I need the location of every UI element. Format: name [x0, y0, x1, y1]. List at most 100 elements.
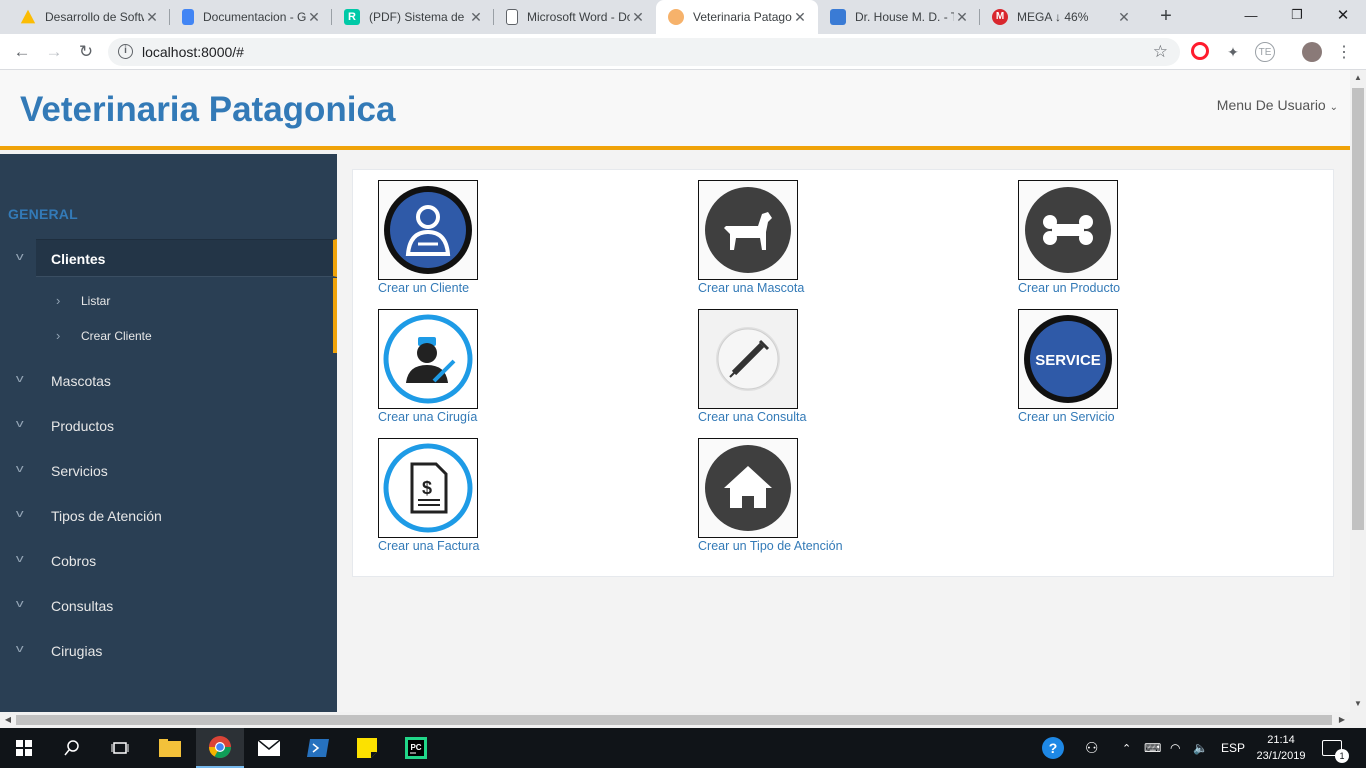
- sidebar-item-clientes[interactable]: v Clientes: [16, 239, 337, 277]
- sidebar-item-cobros[interactable]: v Cobros: [0, 542, 337, 580]
- chevron-down-icon: v: [15, 418, 24, 430]
- create-product-tile[interactable]: Crear un Producto: [1018, 180, 1218, 295]
- scroll-left-icon[interactable]: ◀: [0, 712, 16, 728]
- syringe-icon: [698, 309, 798, 409]
- mail-icon[interactable]: [245, 728, 293, 768]
- vertical-scrollbar[interactable]: ▲ ▼: [1350, 70, 1366, 712]
- scrollbar-thumb[interactable]: [16, 715, 1332, 725]
- create-client-tile[interactable]: Crear un Cliente: [378, 180, 578, 295]
- sidebar-subitem-crear-cliente[interactable]: › Crear Cliente: [56, 328, 152, 343]
- sidebar-section-title: GENERAL: [8, 206, 78, 222]
- chevron-down-icon: v: [15, 553, 24, 565]
- chrome-taskbar-icon[interactable]: [196, 728, 244, 768]
- chrome-menu-icon[interactable]: ⋮: [1334, 42, 1354, 62]
- close-tab-icon[interactable]: ✕: [630, 9, 646, 26]
- chevron-down-icon: v: [15, 251, 24, 263]
- info-icon[interactable]: i: [118, 44, 133, 59]
- google-docs-icon: [182, 9, 194, 25]
- file-explorer-icon[interactable]: [146, 728, 194, 768]
- bookmark-star-icon[interactable]: ☆: [1153, 42, 1168, 62]
- mega-icon: M: [992, 9, 1008, 25]
- house-icon: [698, 438, 798, 538]
- surgeon-icon: [378, 309, 478, 409]
- volume-icon[interactable]: 🔈: [1193, 728, 1208, 768]
- restore-button[interactable]: ❐: [1274, 0, 1320, 30]
- create-consultation-tile[interactable]: Crear una Consulta: [698, 309, 898, 424]
- forward-button[interactable]: →: [42, 40, 66, 64]
- document-icon: [506, 9, 518, 25]
- windows-start-icon[interactable]: [0, 728, 48, 768]
- people-icon[interactable]: ⚇: [1085, 728, 1098, 768]
- close-tab-icon[interactable]: ✕: [306, 9, 322, 26]
- notifications-icon[interactable]: 1: [1322, 728, 1349, 768]
- browser-tab[interactable]: Desarrollo de Software ✕: [8, 0, 170, 34]
- submenu-indicator: [333, 278, 337, 353]
- sidebar-item-cirugias[interactable]: v Cirugias: [0, 632, 337, 670]
- browser-tab[interactable]: Documentacion - Google Docs ✕: [170, 0, 332, 34]
- search-icon[interactable]: [48, 728, 96, 768]
- powershell-icon[interactable]: [294, 728, 342, 768]
- opera-extension-icon[interactable]: [1191, 42, 1209, 60]
- close-tab-icon[interactable]: ✕: [468, 9, 484, 26]
- invoice-icon: $: [378, 438, 478, 538]
- new-tab-button[interactable]: +: [1155, 5, 1177, 27]
- minimize-button[interactable]: —: [1228, 0, 1274, 30]
- puzzle-extension-icon[interactable]: ✦: [1223, 42, 1243, 62]
- task-view-icon[interactable]: [96, 728, 144, 768]
- te-extension-icon[interactable]: TE: [1255, 42, 1275, 62]
- chevron-down-icon: v: [15, 643, 24, 655]
- user-menu-dropdown[interactable]: Menu De Usuario ⌄: [1217, 97, 1338, 113]
- sidebar-item-mascotas[interactable]: v Mascotas: [0, 362, 337, 400]
- close-tab-icon[interactable]: ✕: [954, 9, 970, 26]
- back-button[interactable]: ←: [10, 40, 34, 64]
- help-icon[interactable]: ?: [1042, 728, 1064, 768]
- url-text: localhost:8000/#: [142, 44, 244, 60]
- language-indicator[interactable]: ESP: [1221, 728, 1245, 768]
- sidebar-item-consultas[interactable]: v Consultas: [0, 587, 337, 625]
- service-label: SERVICE: [1035, 352, 1101, 369]
- sidebar-item-tipos-atencion[interactable]: v Tipos de Atención: [0, 497, 337, 535]
- notification-count: 1: [1335, 749, 1349, 763]
- close-window-button[interactable]: ✕: [1320, 0, 1366, 30]
- sticky-notes-icon[interactable]: [343, 728, 391, 768]
- sidebar-subitem-listar[interactable]: › Listar: [56, 293, 110, 308]
- chevron-right-icon: ›: [56, 293, 61, 308]
- actions-panel: Crear un Cliente Crear una Mascota Crear…: [352, 169, 1334, 577]
- create-pet-tile[interactable]: Crear una Mascota: [698, 180, 898, 295]
- reload-button[interactable]: ↻: [74, 40, 98, 64]
- brand-title[interactable]: Veterinaria Patagonica: [20, 90, 395, 130]
- browser-tab-active[interactable]: Veterinaria Patagonica ✕: [656, 0, 818, 34]
- pycharm-icon[interactable]: PC: [392, 728, 440, 768]
- create-invoice-tile[interactable]: $ Crear una Factura: [378, 438, 578, 553]
- clock[interactable]: 21:14 23/1/2019: [1252, 732, 1310, 764]
- horizontal-scrollbar[interactable]: ◀ ▶: [0, 712, 1366, 728]
- show-hidden-icons[interactable]: ⌃: [1122, 728, 1131, 768]
- service-icon: SERVICE: [1018, 309, 1118, 409]
- profile-avatar[interactable]: [1302, 42, 1322, 62]
- sidebar-item-servicios[interactable]: v Servicios: [0, 452, 337, 490]
- wifi-icon[interactable]: ◠: [1170, 728, 1180, 768]
- scrollbar-thumb[interactable]: [1352, 88, 1364, 530]
- create-attention-type-tile[interactable]: Crear un Tipo de Atención: [698, 438, 898, 553]
- browser-tab[interactable]: M MEGA ↓ 46% ✕: [980, 0, 1142, 34]
- close-tab-icon[interactable]: ✕: [1116, 9, 1132, 26]
- scroll-right-icon[interactable]: ▶: [1334, 712, 1350, 728]
- address-bar[interactable]: i localhost:8000/# ☆: [108, 38, 1180, 66]
- close-tab-icon[interactable]: ✕: [792, 9, 808, 26]
- browser-tab[interactable]: Microsoft Word - Document ✕: [494, 0, 656, 34]
- browser-tab-strip: Desarrollo de Software ✕ Documentacion -…: [0, 0, 1366, 34]
- sidebar-item-productos[interactable]: v Productos: [0, 407, 337, 445]
- create-surgery-tile[interactable]: Crear una Cirugía: [378, 309, 578, 424]
- scroll-down-icon[interactable]: ▼: [1350, 696, 1366, 712]
- create-service-tile[interactable]: SERVICE Crear un Servicio: [1018, 309, 1218, 424]
- browser-tab[interactable]: R (PDF) Sistema de Gestión ✕: [332, 0, 494, 34]
- keyboard-icon[interactable]: ⌨: [1144, 728, 1161, 768]
- taskbar: PC ? ⚇ ⌃ ⌨ ◠ 🔈 ESP 21:14 23/1/2019 1: [0, 728, 1366, 768]
- browser-tab[interactable]: Dr. House M. D. - Temporada ✕: [818, 0, 980, 34]
- bone-icon: [1018, 180, 1118, 280]
- svg-text:PC: PC: [410, 743, 421, 752]
- google-drive-icon: [20, 9, 36, 24]
- scroll-up-icon[interactable]: ▲: [1350, 70, 1366, 86]
- chevron-down-icon: ⌄: [1329, 102, 1338, 113]
- close-tab-icon[interactable]: ✕: [144, 9, 160, 26]
